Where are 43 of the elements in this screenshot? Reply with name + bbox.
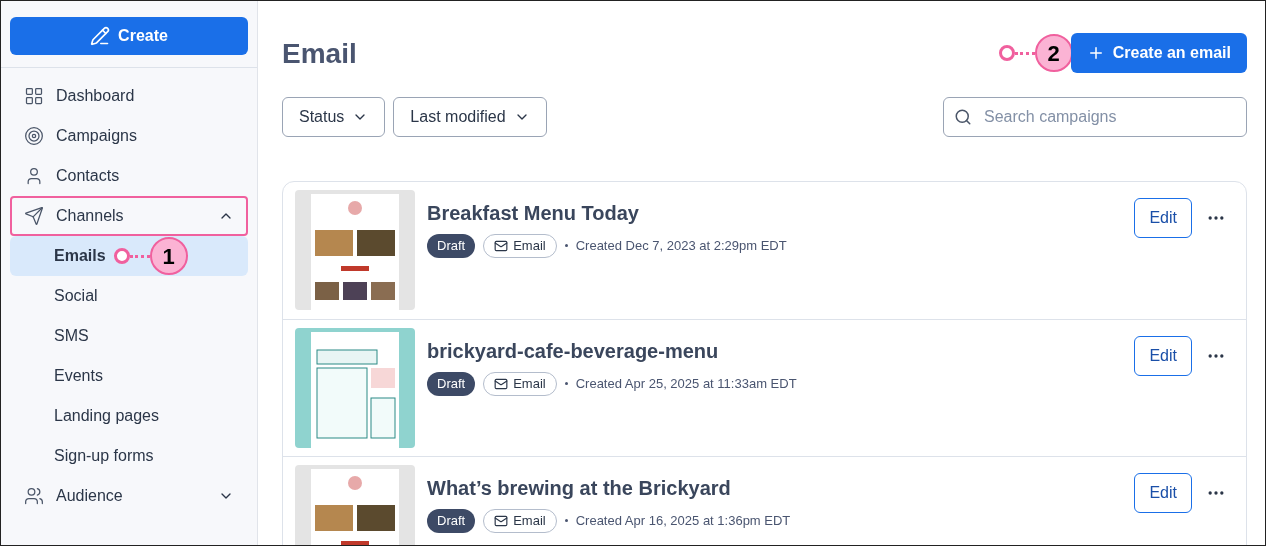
mail-icon bbox=[494, 238, 509, 253]
mail-icon bbox=[494, 376, 509, 391]
bullet-icon bbox=[564, 244, 568, 248]
nav-subitem[interactable]: Emails 1 bbox=[10, 236, 248, 276]
filter-dropdown[interactable]: Status bbox=[282, 97, 386, 137]
paper-plane-icon bbox=[24, 206, 44, 226]
nav-item[interactable]: Audience bbox=[10, 476, 248, 516]
mail-icon bbox=[494, 513, 509, 528]
nav-subitem[interactable]: SMS bbox=[10, 316, 248, 356]
nav-item[interactable]: Contacts bbox=[10, 156, 248, 196]
status-badge: Draft bbox=[427, 372, 476, 396]
people-icon bbox=[24, 486, 44, 506]
campaign-title[interactable]: What’s brewing at the Brickyard bbox=[427, 473, 1135, 503]
created-date: Created Apr 25, 2025 at 11:33am EDT bbox=[575, 375, 797, 393]
edit-button[interactable]: Edit bbox=[1134, 336, 1192, 376]
callout-number: 1 bbox=[149, 237, 188, 275]
edit-button[interactable]: Edit bbox=[1134, 473, 1192, 513]
campaign-title[interactable]: Breakfast Menu Today bbox=[427, 198, 1135, 228]
status-badge: Draft bbox=[427, 509, 476, 533]
nav-item[interactable]: Campaigns bbox=[10, 116, 248, 156]
callout-number: 2 bbox=[1034, 34, 1073, 72]
create-email-button[interactable]: Create an email bbox=[1070, 33, 1247, 73]
nav-item[interactable]: Dashboard bbox=[10, 76, 248, 116]
search-icon bbox=[954, 108, 972, 126]
page-title: Email bbox=[282, 37, 357, 71]
created-date: Created Dec 7, 2023 at 2:29pm EDT bbox=[575, 237, 787, 255]
create-button[interactable]: Create bbox=[10, 17, 248, 55]
search-field[interactable]: Search campaigns bbox=[943, 97, 1247, 137]
bullet-icon bbox=[564, 382, 568, 386]
bullet-icon bbox=[564, 519, 568, 523]
nav-item[interactable]: Channels bbox=[10, 196, 248, 236]
nav-subitem[interactable]: Events bbox=[10, 356, 248, 396]
dashboard-icon bbox=[24, 86, 44, 106]
filter-dropdown[interactable]: Last modified bbox=[393, 97, 547, 137]
campaign-title[interactable]: brickyard-cafe-beverage-menu bbox=[427, 336, 1135, 366]
pencil-icon bbox=[90, 26, 111, 46]
nav-subitem[interactable]: Landing pages bbox=[10, 396, 248, 436]
target-icon bbox=[24, 126, 44, 146]
status-badge: Draft bbox=[427, 234, 476, 258]
nav-subitem[interactable]: Sign-up forms bbox=[10, 436, 248, 476]
nav-subitem[interactable]: Social bbox=[10, 276, 248, 316]
edit-button[interactable]: Edit bbox=[1134, 198, 1192, 238]
created-date: Created Apr 16, 2025 at 1:36pm EDT bbox=[575, 512, 791, 530]
